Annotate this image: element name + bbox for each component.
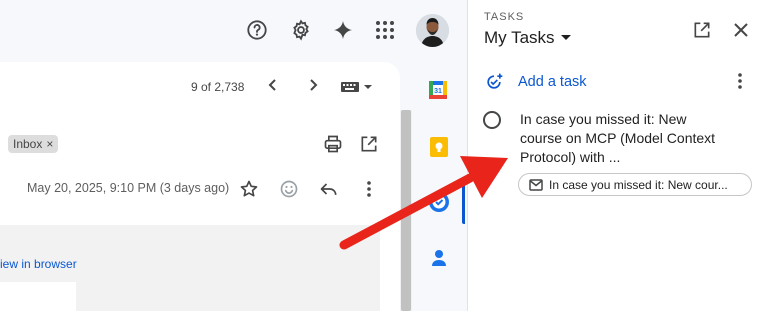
label-chip-remove[interactable]: ×: [46, 137, 53, 151]
svg-text:31: 31: [434, 88, 442, 95]
tasks-eyebrow: TASKS: [484, 11, 525, 23]
task-list-name: My Tasks: [484, 28, 555, 47]
label-chip-text: Inbox: [13, 137, 43, 151]
open-in-new-window-icon[interactable]: [692, 20, 712, 45]
more-options-icon[interactable]: [732, 72, 748, 95]
pagination-text: 9 of 2,738: [191, 80, 245, 94]
task-source-text: In case you missed it: New cour...: [549, 177, 728, 192]
add-task-button[interactable]: Add a task: [484, 72, 587, 92]
checkbox-circle-icon[interactable]: [482, 110, 502, 135]
chevron-down-icon: [560, 35, 571, 40]
help-icon[interactable]: [240, 13, 274, 47]
add-task-label: Add a task: [518, 74, 587, 90]
settings-icon[interactable]: [284, 13, 318, 47]
gemini-sparkle-icon[interactable]: [326, 13, 360, 47]
email-body-content: [0, 282, 76, 311]
apps-grid-icon[interactable]: [368, 13, 402, 47]
task-source-chip[interactable]: In case you missed it: New cour...: [518, 173, 752, 196]
task-title[interactable]: In case you missed it: New course on MCP…: [520, 110, 720, 167]
next-icon[interactable]: [305, 77, 321, 98]
annotation-arrow: [339, 156, 508, 250]
star-icon[interactable]: [239, 179, 259, 204]
mail-icon: [529, 178, 543, 191]
add-task-icon: [487, 73, 503, 89]
close-icon[interactable]: [732, 21, 750, 44]
prev-icon[interactable]: [265, 77, 281, 98]
task-list-selector[interactable]: My Tasks: [484, 28, 571, 48]
keyboard-icon[interactable]: [340, 80, 376, 99]
view-in-browser-link[interactable]: iew in browser: [0, 257, 77, 271]
message-date: May 20, 2025, 9:10 PM (3 days ago): [27, 181, 230, 195]
avatar[interactable]: [416, 14, 449, 47]
calendar-icon[interactable]: 31: [428, 80, 448, 105]
label-chip-inbox[interactable]: Inbox ×: [8, 135, 59, 153]
emoji-icon[interactable]: [279, 179, 299, 204]
